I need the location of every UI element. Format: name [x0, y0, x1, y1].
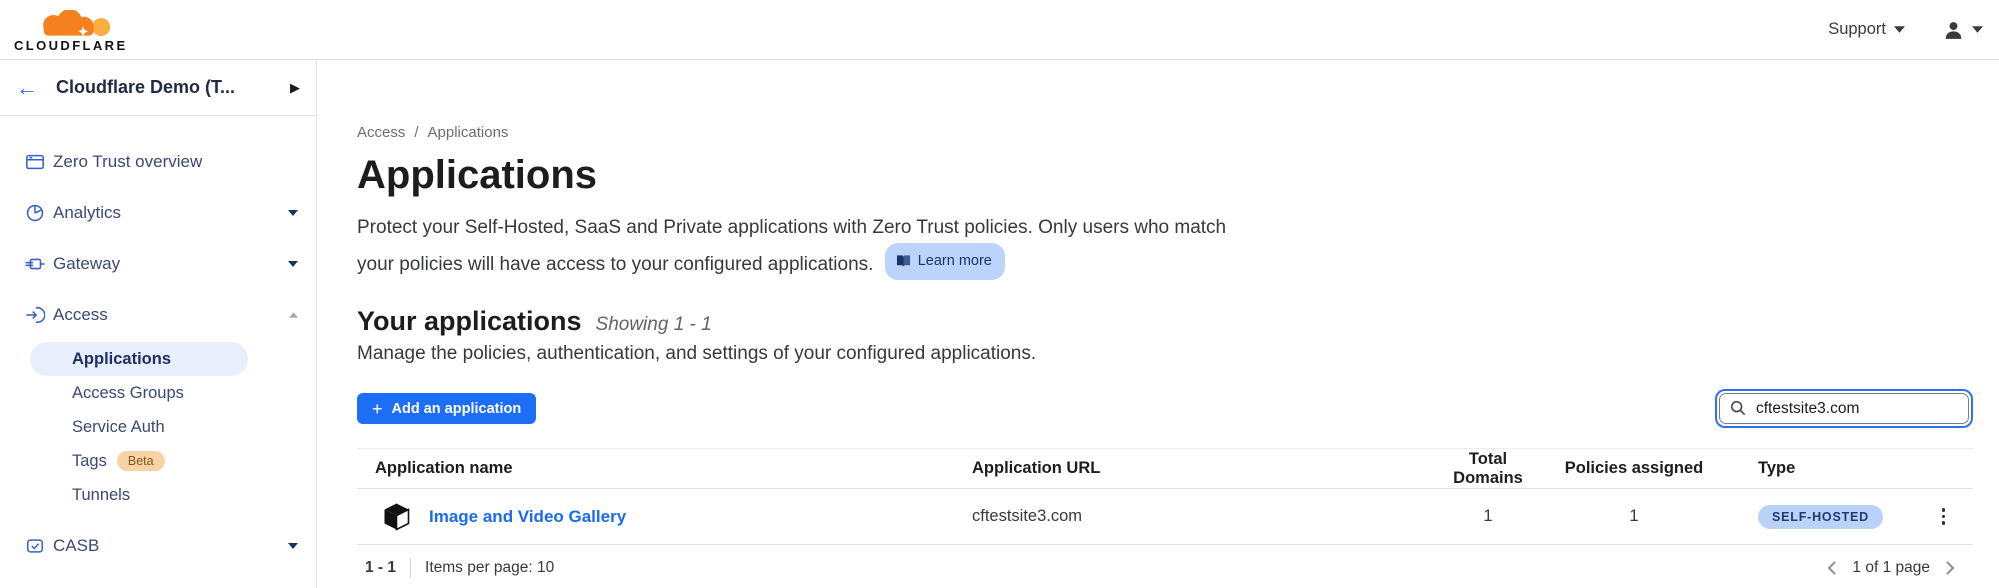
sidebar-item-label: CASB — [53, 536, 288, 556]
learn-more-label: Learn more — [918, 246, 992, 276]
account-selector: ← Cloudflare Demo (T... ▶ — [0, 60, 316, 116]
sidebar-item-label: Tags — [72, 452, 107, 471]
page-title: Applications — [357, 151, 1973, 199]
sidebar-item-service-auth[interactable]: Service Auth — [0, 410, 316, 444]
chevron-down-icon — [288, 210, 298, 216]
page-description-text: Protect your Self-Hosted, SaaS and Priva… — [357, 217, 1226, 275]
cube-icon — [383, 502, 410, 531]
user-menu[interactable] — [1943, 20, 1983, 40]
section-title: Your applications — [357, 306, 582, 337]
type-badge: SELF-HOSTED — [1758, 505, 1883, 529]
table-row: Image and Video Gallery cftestsite3.com … — [357, 489, 1973, 545]
sidebar-item-zero-trust-overview[interactable]: Zero Trust overview — [0, 142, 316, 182]
sidebar-item-label: Analytics — [53, 203, 288, 223]
access-submenu: Applications Access Groups Service Auth … — [0, 342, 316, 512]
application-name-link[interactable]: Image and Video Gallery — [429, 507, 626, 527]
search-input[interactable] — [1719, 393, 1969, 424]
account-name: Cloudflare Demo (T... — [56, 77, 290, 98]
search-icon — [1730, 400, 1746, 416]
sidebar-item-label: Access Groups — [72, 384, 184, 403]
breadcrumb-access[interactable]: Access — [357, 124, 405, 141]
page-indicator: 1 of 1 page — [1852, 559, 1930, 577]
chevron-down-icon — [288, 261, 298, 267]
page-description: Protect your Self-Hosted, SaaS and Priva… — [357, 213, 1237, 280]
table-header-row: Application name Application URL Total D… — [357, 449, 1973, 489]
plus-icon: + — [372, 400, 383, 418]
add-application-button[interactable]: + Add an application — [357, 393, 536, 424]
sidebar-item-label: Access — [53, 305, 289, 325]
book-icon — [896, 254, 911, 268]
chevron-down-icon — [1894, 26, 1905, 33]
column-type: Type — [1724, 459, 1914, 478]
sidebar-item-label: Service Auth — [72, 418, 165, 437]
application-url: cftestsite3.com — [972, 507, 1432, 526]
learn-more-badge[interactable]: Learn more — [885, 243, 1005, 280]
cloudflare-wordmark: CLOUDFLARE — [14, 38, 128, 53]
cloudflare-logo[interactable]: CLOUDFLARE — [14, 6, 128, 53]
breadcrumb-separator: / — [414, 124, 418, 141]
top-right-controls: Support — [1828, 20, 1989, 40]
chevron-down-icon — [288, 543, 298, 549]
gateway-icon — [25, 254, 45, 274]
sidebar-item-analytics[interactable]: Analytics — [0, 193, 316, 233]
total-domains-value: 1 — [1432, 507, 1544, 526]
items-per-page: Items per page: 10 — [425, 559, 554, 577]
zero-trust-dashboard: CLOUDFLARE Support — [0, 0, 1999, 588]
pie-chart-icon — [25, 203, 45, 223]
column-policies-assigned: Policies assigned — [1544, 459, 1724, 478]
sidebar-item-casb[interactable]: CASB — [0, 526, 316, 566]
top-header: CLOUDFLARE Support — [0, 0, 1999, 60]
sidebar-item-applications[interactable]: Applications — [0, 342, 316, 376]
sidebar-item-label: Gateway — [53, 254, 288, 274]
caret-right-icon[interactable]: ▶ — [290, 80, 300, 96]
applications-toolbar: + Add an application — [357, 389, 1973, 428]
pagination: 1 - 1 Items per page: 10 1 of 1 page — [357, 545, 1973, 578]
breadcrumb: Access / Applications — [357, 124, 1973, 141]
casb-check-icon — [25, 536, 45, 556]
sidebar-item-tunnels[interactable]: Tunnels — [0, 478, 316, 512]
search-box — [1715, 389, 1973, 428]
breadcrumb-applications[interactable]: Applications — [428, 124, 509, 141]
sidebar-item-label: Applications — [72, 350, 171, 369]
support-menu[interactable]: Support — [1828, 20, 1905, 39]
add-application-label: Add an application — [392, 401, 522, 417]
section-header: Your applications Showing 1 - 1 — [357, 306, 1973, 337]
previous-page-icon[interactable] — [1827, 560, 1837, 576]
section-description: Manage the policies, authentication, and… — [357, 343, 1973, 365]
policies-assigned-value: 1 — [1544, 507, 1724, 526]
cloudflare-cloud-icon — [21, 10, 121, 37]
login-arrow-icon — [25, 305, 45, 325]
sidebar-item-access[interactable]: Access — [0, 295, 316, 335]
column-application-url: Application URL — [972, 459, 1432, 478]
items-range: 1 - 1 — [365, 559, 396, 577]
browser-window-icon — [25, 152, 45, 172]
person-icon — [1943, 20, 1964, 40]
row-actions-kebab-icon[interactable] — [1938, 504, 1950, 529]
showing-count: Showing 1 - 1 — [596, 314, 712, 336]
sidebar-item-label: Tunnels — [72, 486, 130, 505]
sidebar-item-label: Zero Trust overview — [53, 152, 298, 172]
divider — [410, 558, 411, 578]
sidebar-nav: Zero Trust overview Analytics — [0, 116, 316, 566]
applications-table: Application name Application URL Total D… — [357, 448, 1973, 545]
support-label: Support — [1828, 20, 1886, 39]
next-page-icon[interactable] — [1945, 560, 1955, 576]
chevron-down-icon — [1972, 26, 1983, 33]
main-content: Access / Applications Applications Prote… — [317, 60, 1999, 588]
beta-badge: Beta — [117, 451, 165, 471]
column-total-domains: Total Domains — [1432, 450, 1544, 488]
chevron-up-icon — [289, 312, 298, 318]
sidebar: ← Cloudflare Demo (T... ▶ Zero Trust ove… — [0, 60, 317, 588]
sidebar-item-access-groups[interactable]: Access Groups — [0, 376, 316, 410]
sidebar-item-tags[interactable]: Tags Beta — [0, 444, 316, 478]
back-arrow-icon[interactable]: ← — [16, 77, 38, 99]
sidebar-item-gateway[interactable]: Gateway — [0, 244, 316, 284]
column-application-name: Application name — [357, 459, 972, 478]
